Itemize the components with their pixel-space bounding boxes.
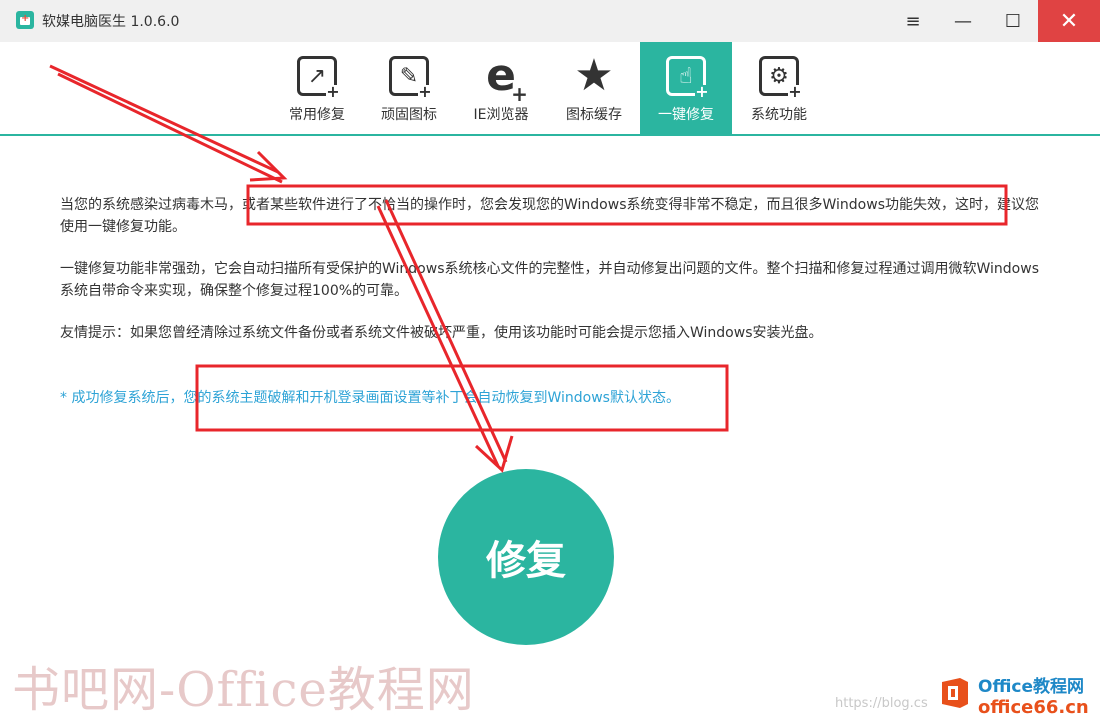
repair-button[interactable]: 修复 (438, 469, 614, 645)
tip-paragraph: 友情提示：如果您曾经清除过系统文件备份或者系统文件被破坏严重，使用该功能时可能会… (60, 325, 823, 341)
hand-click-icon: ☝ + (666, 56, 709, 100)
tab-stubborn-icons[interactable]: ✎ + 顽固图标 (363, 42, 455, 134)
menu-icon[interactable]: ≡ (888, 0, 938, 42)
tab-label: 图标缓存 (566, 107, 622, 123)
tab-ie-browser[interactable]: e + IE浏览器 (455, 42, 547, 134)
tab-label: 一键修复 (658, 107, 714, 123)
tab-label: IE浏览器 (473, 107, 529, 123)
watermark-url: https://blog.cs (835, 696, 928, 711)
office-logo-icon (942, 678, 968, 708)
watermark-domain: office66.cn (978, 697, 1089, 718)
description-paragraph-2: 一键修复功能非常强劲，它会自动扫描所有受保护的Windows系统核心文件的完整性… (60, 261, 1039, 299)
app-logo-icon (16, 11, 34, 29)
repair-arrow-icon: ↗ + (297, 56, 340, 100)
close-button[interactable]: ✕ (1038, 0, 1100, 42)
title-bar: 软媒电脑医生 1.0.6.0 ≡ — ☐ ✕ (0, 0, 1100, 42)
tab-one-click-repair[interactable]: ☝ + 一键修复 (640, 42, 732, 134)
star-wrench-icon: ★ (574, 50, 614, 101)
wrench-icon: ✎ + (389, 56, 432, 100)
watermark-text: 书吧网-Office教程网 (12, 662, 475, 718)
tab-system-functions[interactable]: ⚙ + 系统功能 (733, 42, 825, 134)
arrow-head-1 (249, 150, 288, 182)
tab-label: 顽固图标 (381, 107, 437, 123)
tab-icon-cache[interactable]: ★ 图标缓存 (548, 42, 640, 134)
gears-icon: ⚙ + (759, 56, 802, 100)
tab-label: 常用修复 (289, 107, 345, 123)
watermark-brand: Office教程网 (978, 677, 1085, 697)
restore-note: * 成功修复系统后，您的系统主题破解和开机登录画面设置等补丁会自动恢复到Wind… (60, 390, 680, 406)
feature-toolbar: ↗ + 常用修复 ✎ + 顽固图标 e + IE浏览器 ★ 图标缓存 ☝ + 一键修复 … (0, 42, 1100, 136)
tab-common-repair[interactable]: ↗ + 常用修复 (271, 42, 363, 134)
tab-label: 系统功能 (751, 107, 807, 123)
minimize-button[interactable]: — (938, 0, 988, 42)
window-title: 软媒电脑医生 1.0.6.0 (42, 14, 180, 30)
arrow-head-2 (474, 435, 514, 473)
description-paragraph-1: 当您的系统感染过病毒木马，或者某些软件进行了不恰当的操作时，您会发现您的Wind… (60, 197, 1039, 235)
ie-icon: e + (486, 50, 528, 106)
maximize-button[interactable]: ☐ (988, 0, 1038, 42)
